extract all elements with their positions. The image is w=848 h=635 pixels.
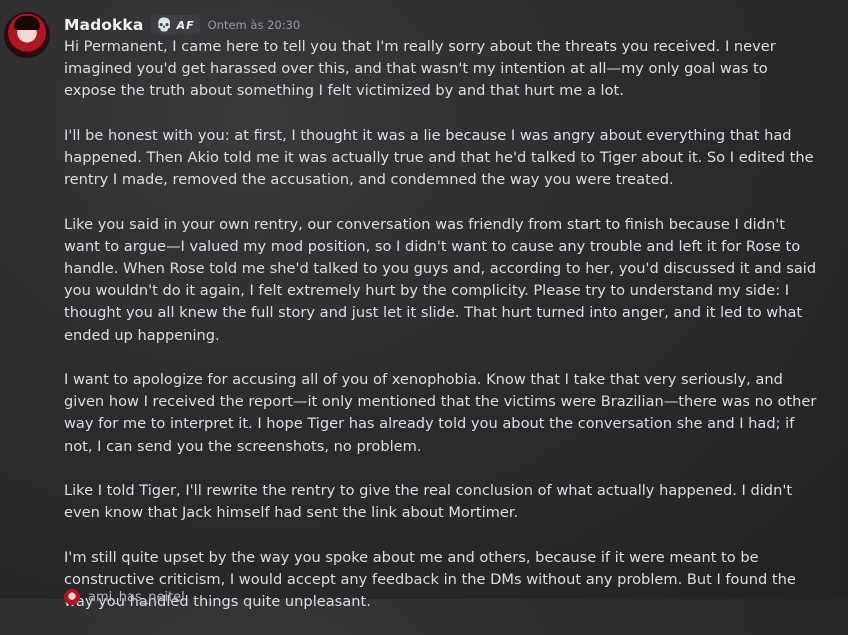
message-timestamp[interactable]: Ontem às 20:30 <box>208 18 301 32</box>
message-content: Hi Permanent, I came here to tell you th… <box>64 36 824 635</box>
skull-icon: 💀 <box>156 17 173 33</box>
next-message-author[interactable]: ami_has_neitel <box>88 590 185 605</box>
message-header: Madokka 💀 AF Ontem às 20:30 <box>64 14 300 36</box>
message-paragraph: Like you said in your own rentry, our co… <box>64 215 817 344</box>
message-paragraph: I want to apologize for accusing all of … <box>64 371 817 455</box>
next-message-preview[interactable]: ami_has_neitel <box>64 589 185 605</box>
avatar[interactable] <box>64 589 80 605</box>
avatar[interactable] <box>4 12 50 58</box>
server-tag-text: AF <box>176 18 195 32</box>
message-paragraph: Hi Permanent, I came here to tell you th… <box>64 38 776 100</box>
message-paragraph: I'll be honest with you: at first, I tho… <box>64 126 814 189</box>
author-name[interactable]: Madokka <box>64 16 143 34</box>
server-tag[interactable]: 💀 AF <box>151 15 200 35</box>
message-paragraph: Like I told Tiger, I'll rewrite the rent… <box>64 482 793 522</box>
chat-message: Madokka 💀 AF Ontem às 20:30 Hi Permanent… <box>0 0 848 610</box>
